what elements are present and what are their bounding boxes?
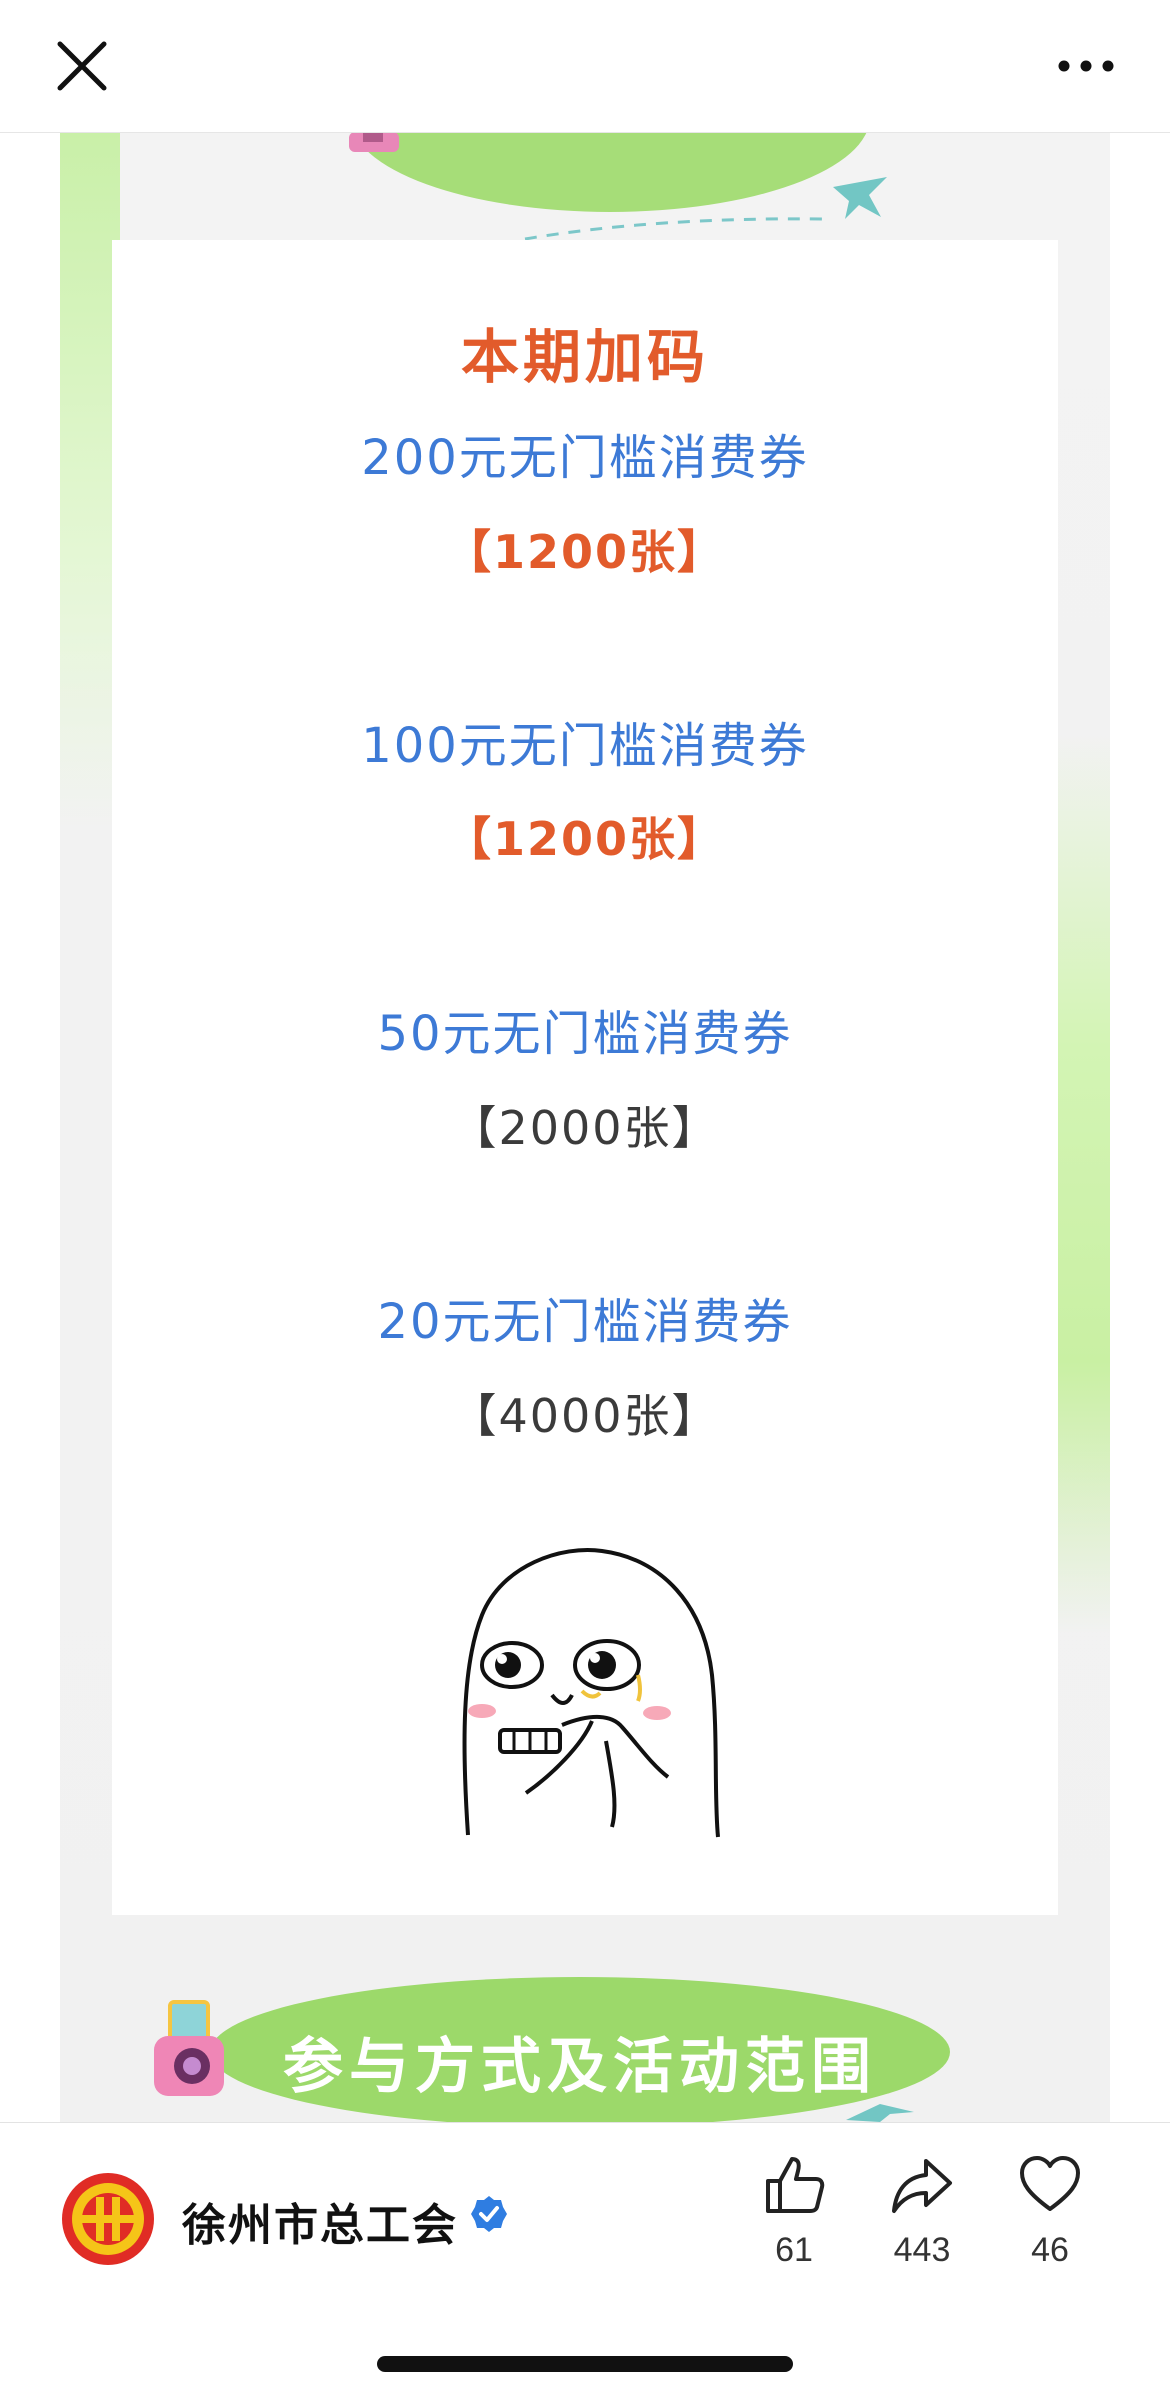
green-gradient-left	[60, 132, 120, 832]
like-button[interactable]: 61	[749, 2153, 839, 2270]
coupon-name-100: 100元无门槛消费券	[361, 718, 809, 774]
favorite-count: 46	[1031, 2231, 1069, 2269]
favorite-button[interactable]: 46	[1005, 2153, 1095, 2270]
thumbs-up-icon	[766, 2157, 825, 2213]
mascot-sticker-icon	[462, 1548, 720, 1838]
green-gradient-right	[1050, 732, 1110, 1632]
heart-icon	[1020, 2156, 1080, 2211]
share-button[interactable]: 443	[877, 2153, 967, 2270]
bonus-card: 本期加码 200元无门槛消费券 【1200张】 100元无门槛消费券 【1200…	[112, 240, 1058, 1915]
content-frame: 本期加码 200元无门槛消费券 【1200张】 100元无门槛消费券 【1200…	[60, 132, 1110, 2122]
coupon-name-50: 50元无门槛消费券	[377, 1006, 793, 1062]
close-icon	[57, 41, 107, 91]
section-header-text: 参与方式及活动范围	[283, 2032, 877, 2102]
coupon-quantity-100: 【1200张】	[444, 812, 726, 866]
camera-icon	[154, 2000, 224, 2096]
coupon-name-200: 200元无门槛消费券	[361, 430, 809, 486]
top-navigation-bar	[0, 0, 1170, 133]
paper-plane-icon	[524, 177, 887, 241]
account-logo-icon[interactable]	[60, 2171, 156, 2267]
coupon-name-20: 20元无门槛消费券	[377, 1294, 793, 1350]
more-options-button[interactable]	[1050, 36, 1122, 96]
coupon-quantity-50: 【2000张】	[450, 1101, 720, 1155]
card-title: 本期加码	[460, 323, 709, 391]
share-arrow-icon	[892, 2159, 952, 2213]
camera-icon	[349, 132, 399, 152]
account-name[interactable]: 徐州市总工会	[182, 2189, 458, 2253]
coupon-quantity-200: 【1200张】	[444, 525, 726, 579]
home-indicator[interactable]	[377, 2356, 793, 2372]
close-button[interactable]	[52, 36, 112, 96]
share-count: 443	[893, 2231, 951, 2269]
paper-plane-icon	[846, 2104, 914, 2122]
bottom-action-bar: 徐州市总工会 61 443 46	[0, 2122, 1170, 2392]
verified-badge-icon	[471, 2196, 507, 2232]
coupon-quantity-20: 【4000张】	[450, 1389, 720, 1443]
more-icon	[1058, 60, 1114, 72]
like-count: 61	[775, 2231, 813, 2269]
article-content[interactable]: 本期加码 200元无门槛消费券 【1200张】 100元无门槛消费券 【1200…	[0, 132, 1170, 2122]
